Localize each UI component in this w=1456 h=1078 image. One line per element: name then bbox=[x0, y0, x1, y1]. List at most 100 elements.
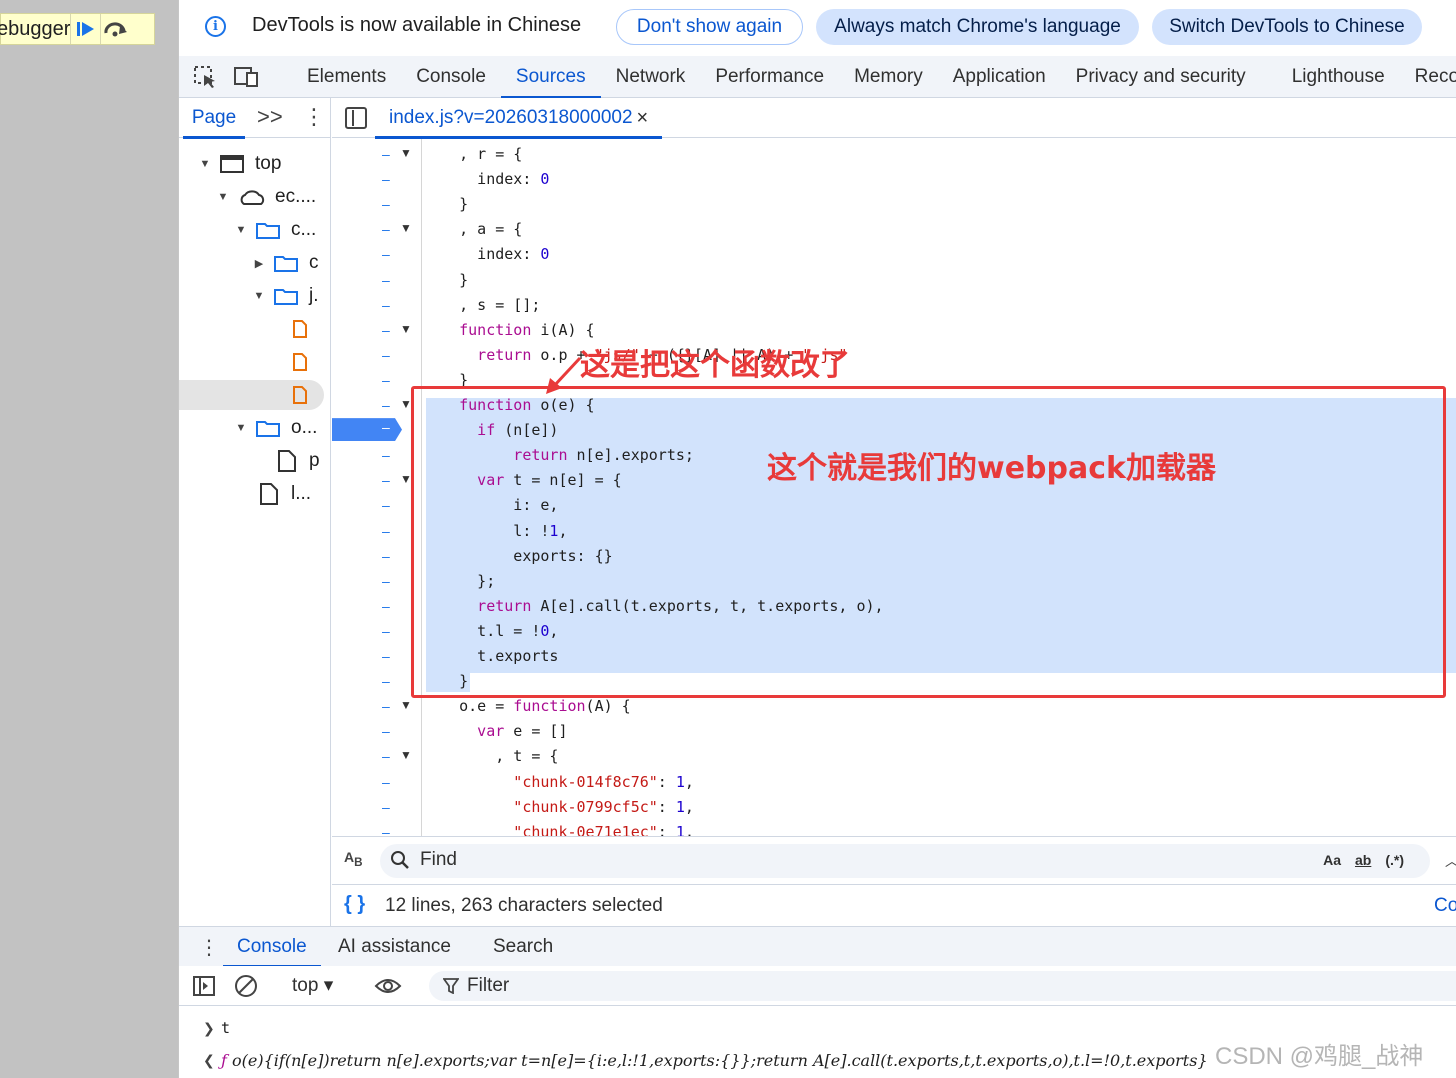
gutter-row[interactable]: – ▼ bbox=[332, 694, 422, 719]
collapsed-arrow-icon[interactable]: ▶ bbox=[253, 257, 265, 270]
gutter-row[interactable]: – bbox=[332, 368, 422, 393]
drawer-menu-icon[interactable]: ⋮ bbox=[199, 935, 219, 960]
drawer-tab-search[interactable]: Search bbox=[493, 927, 553, 967]
gutter-row[interactable]: – bbox=[332, 443, 422, 468]
switch-language-button[interactable]: Switch DevTools to Chinese bbox=[1152, 9, 1422, 45]
tree-item-file[interactable]: p bbox=[277, 445, 320, 477]
tree-item-file-selected[interactable] bbox=[293, 379, 307, 411]
expand-arrow-icon[interactable]: ▼ bbox=[217, 191, 229, 203]
tab-network[interactable]: Network bbox=[601, 56, 701, 98]
tree-item-folder[interactable]: ▼ c... bbox=[235, 214, 317, 246]
tab-elements[interactable]: Elements bbox=[292, 56, 401, 98]
cloud-icon bbox=[240, 190, 265, 205]
replace-toggle-icon[interactable]: AB bbox=[344, 849, 363, 869]
tree-item-top[interactable]: ▼ top bbox=[199, 148, 282, 180]
eye-icon[interactable] bbox=[374, 976, 402, 996]
drawer-tab-ai-assistance[interactable]: AI assistance bbox=[338, 927, 451, 967]
chevron-up-icon[interactable]: ︿ bbox=[1445, 851, 1456, 871]
gutter-row[interactable]: – bbox=[332, 594, 422, 619]
step-over-button[interactable] bbox=[100, 14, 130, 44]
resume-button[interactable] bbox=[70, 14, 100, 44]
tab-recorder[interactable]: Reco bbox=[1400, 56, 1456, 98]
match-case-button[interactable]: Aa bbox=[1323, 852, 1341, 868]
clear-console-icon[interactable] bbox=[234, 974, 258, 998]
find-input[interactable]: Find Aa ab (.*) bbox=[380, 844, 1430, 878]
tree-item-origin[interactable]: ▼ ec.... bbox=[217, 181, 317, 213]
tab-performance[interactable]: Performance bbox=[700, 56, 839, 98]
script-file-icon bbox=[293, 320, 307, 338]
close-icon[interactable]: × bbox=[637, 107, 649, 130]
tree-label: p bbox=[309, 450, 320, 471]
breakpoint-marker[interactable]: – bbox=[332, 418, 402, 442]
gutter-row[interactable]: – ▼ bbox=[332, 393, 422, 418]
tab-application[interactable]: Application bbox=[938, 56, 1061, 98]
gutter-row[interactable]: – ▼ bbox=[332, 217, 422, 242]
tree-item-file[interactable] bbox=[293, 346, 307, 378]
gutter-row[interactable]: – bbox=[332, 519, 422, 544]
gutter-row[interactable]: – bbox=[332, 268, 422, 293]
gutter-row[interactable]: – bbox=[332, 770, 422, 795]
gutter-row[interactable]: – ▼ bbox=[332, 744, 422, 769]
tab-memory[interactable]: Memory bbox=[839, 56, 938, 98]
dont-show-again-button[interactable]: Don't show again bbox=[616, 9, 803, 45]
device-toolbar-icon[interactable] bbox=[233, 65, 259, 89]
gutter-row[interactable]: – bbox=[332, 619, 422, 644]
gutter-row[interactable]: – bbox=[332, 544, 422, 569]
whole-word-button[interactable]: ab bbox=[1355, 852, 1371, 868]
gutter-row[interactable]: – bbox=[332, 343, 422, 368]
fold-arrow-icon[interactable]: ▼ bbox=[400, 146, 412, 160]
expand-arrow-icon[interactable]: ▼ bbox=[235, 224, 247, 236]
gutter-row[interactable]: – bbox=[332, 569, 422, 594]
fold-arrow-icon[interactable]: ▼ bbox=[400, 698, 412, 712]
context-selector[interactable]: top ▾ bbox=[292, 974, 333, 997]
regex-button[interactable]: (.*) bbox=[1385, 852, 1404, 868]
fold-arrow-icon[interactable]: ▼ bbox=[400, 748, 412, 762]
gutter-row[interactable]: – bbox=[332, 167, 422, 192]
tab-lighthouse[interactable]: Lighthouse bbox=[1277, 56, 1400, 98]
always-match-language-button[interactable]: Always match Chrome's language bbox=[816, 9, 1139, 45]
tab-sources[interactable]: Sources bbox=[500, 56, 601, 99]
inspect-element-icon[interactable] bbox=[193, 65, 219, 89]
tab-privacy-security[interactable]: Privacy and security bbox=[1061, 56, 1277, 98]
tree-item-folder[interactable]: ▼ o... bbox=[235, 412, 318, 444]
folder-icon bbox=[256, 223, 280, 239]
navigator-menu-icon[interactable]: ⋮ bbox=[303, 106, 325, 128]
tree-item-file[interactable]: l... bbox=[259, 478, 311, 510]
gutter-row[interactable]: – ▼ bbox=[332, 142, 422, 167]
file-tab[interactable]: index.js?v=20260318000002 × bbox=[375, 98, 663, 139]
sidebar-toggle-icon[interactable] bbox=[192, 975, 216, 997]
fold-arrow-icon[interactable]: ▼ bbox=[400, 221, 412, 235]
tree-item-folder[interactable]: ▼ j. bbox=[253, 280, 319, 312]
gutter-row[interactable]: – bbox=[332, 669, 422, 694]
line-gutter[interactable]: – ▼ – – – ▼ – – – – ▼ – – – ▼ – – – ▼ – – – – – – – – – ▼ – – ▼ – – – bbox=[332, 139, 422, 836]
code-token: : bbox=[657, 822, 676, 836]
fold-arrow-icon[interactable]: ▼ bbox=[400, 322, 412, 336]
expand-arrow-icon[interactable]: ▼ bbox=[253, 290, 265, 302]
gutter-row[interactable]: – bbox=[332, 795, 422, 820]
gutter-row[interactable]: – bbox=[332, 293, 422, 318]
gutter-row[interactable]: – ▼ bbox=[332, 468, 422, 493]
tab-page[interactable]: Page bbox=[179, 98, 249, 139]
tree-item-file[interactable] bbox=[293, 313, 307, 345]
coverage-link[interactable]: Co bbox=[1434, 895, 1456, 917]
annotation-text-modified: 这是把这个函数改了 bbox=[580, 348, 850, 383]
more-tabs-icon[interactable]: >> bbox=[257, 104, 283, 130]
console-filter-input[interactable]: Filter bbox=[429, 971, 1456, 1001]
expand-arrow-icon[interactable]: ▼ bbox=[235, 422, 247, 434]
tab-console[interactable]: Console bbox=[401, 56, 501, 98]
toggle-navigator-icon[interactable] bbox=[345, 107, 367, 129]
script-file-icon bbox=[293, 353, 307, 371]
gutter-row[interactable]: – bbox=[332, 192, 422, 217]
line-dash: – bbox=[382, 547, 390, 564]
expand-arrow-icon[interactable]: ▼ bbox=[199, 158, 211, 170]
gutter-row[interactable]: – bbox=[332, 493, 422, 518]
gutter-row[interactable]: – ▼ bbox=[332, 318, 422, 343]
gutter-row[interactable]: – bbox=[332, 242, 422, 267]
pretty-print-icon[interactable]: { } bbox=[344, 893, 365, 916]
gutter-row[interactable]: – bbox=[332, 644, 422, 669]
gutter-row[interactable]: – bbox=[332, 820, 422, 836]
drawer-tab-console[interactable]: Console bbox=[223, 927, 321, 968]
gutter-row[interactable]: – bbox=[332, 418, 422, 443]
tree-item-folder[interactable]: ▶ c bbox=[253, 247, 319, 279]
gutter-row[interactable]: – bbox=[332, 719, 422, 744]
